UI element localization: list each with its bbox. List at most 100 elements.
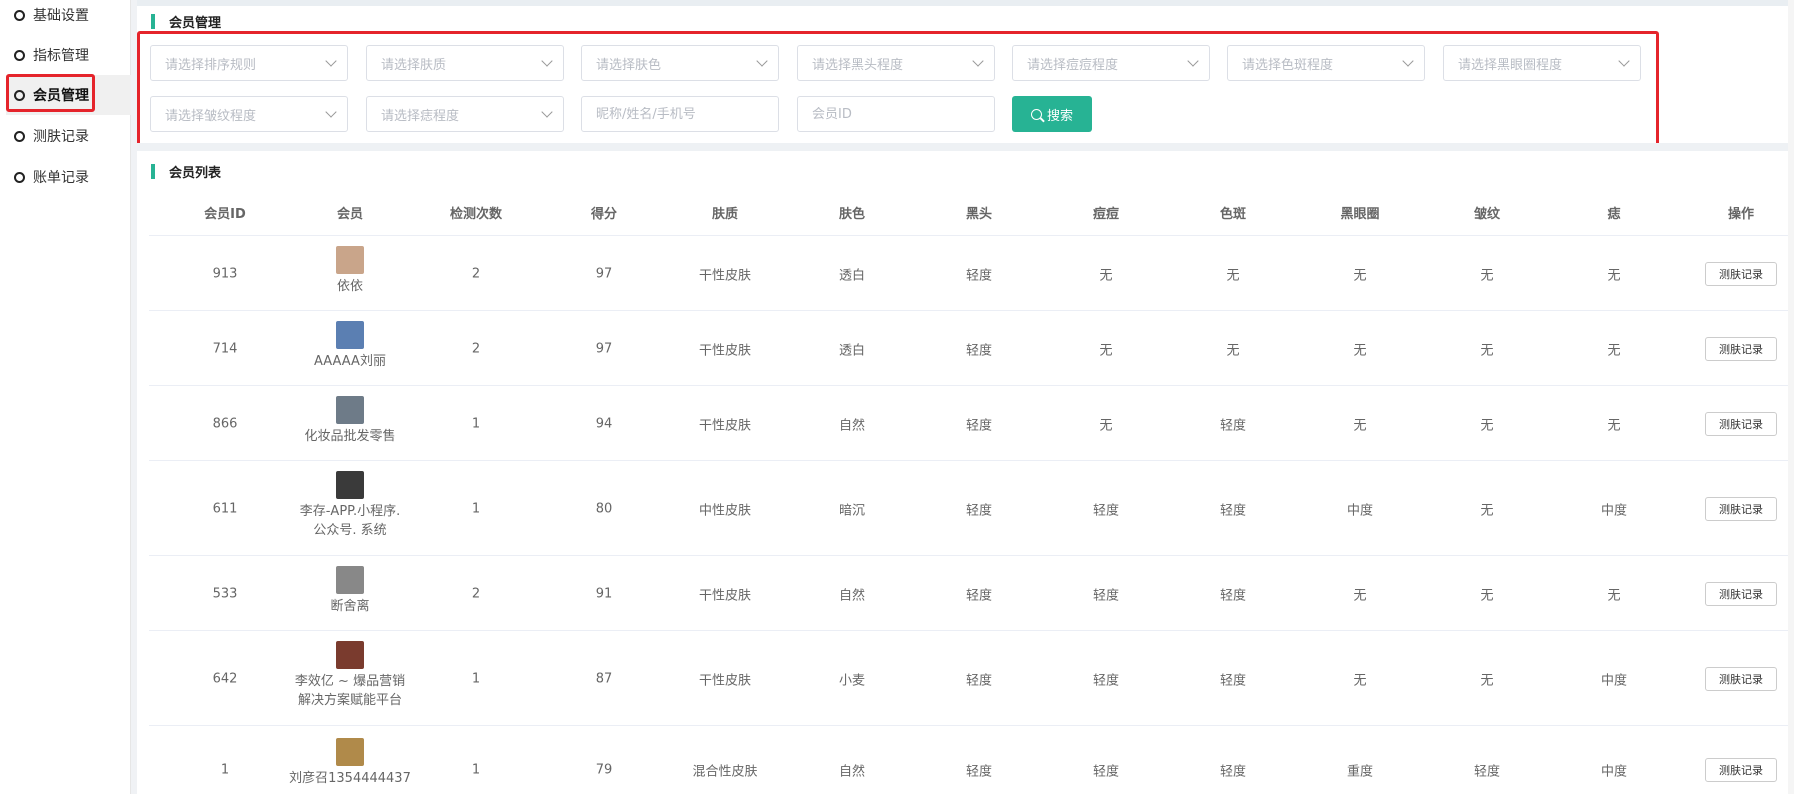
skin-test-records-button[interactable]: 测肤记录 (1705, 411, 1777, 436)
skin-type-select[interactable]: 请选择肤质 (366, 45, 564, 81)
skin-color-cell: 透白 (838, 268, 866, 283)
spot-cell: 轻度 (1219, 418, 1247, 433)
column-header: 会员 (336, 207, 364, 222)
skin-color-select[interactable]: 请选择肤色 (581, 45, 779, 81)
name-phone-field[interactable] (581, 96, 779, 132)
dark-circle-select[interactable]: 请选择黑眼圈程度 (1443, 45, 1641, 81)
dark-circle-cell: 无 (1353, 418, 1367, 433)
select-placeholder: 请选择痘痘程度 (1027, 57, 1119, 73)
wrinkle-select[interactable]: 请选择皱纹程度 (150, 96, 348, 132)
acne-select[interactable]: 请选择痘痘程度 (1012, 45, 1210, 81)
table-row: 714 AAAAA刘丽 2 97 干性皮肤 透白 轻度 无 无 无 无 无 测肤记录 (149, 311, 1794, 386)
blackhead-select[interactable]: 请选择黑头程度 (797, 45, 995, 81)
column-header: 检测次数 (449, 207, 503, 222)
column-header: 得分 (590, 207, 618, 222)
member-name: 刘彦召1354444437 (289, 771, 411, 786)
blackhead-cell: 轻度 (965, 268, 993, 283)
test-count-cell: 2 (471, 266, 481, 281)
skin-test-records-button[interactable]: 测肤记录 (1705, 496, 1777, 521)
dark-circle-cell: 无 (1353, 343, 1367, 358)
wrinkle-cell: 无 (1480, 343, 1494, 358)
dark-circle-cell: 无 (1353, 673, 1367, 688)
search-button[interactable]: 搜索 (1012, 96, 1092, 132)
score-cell: 97 (595, 266, 613, 281)
sort-rule-select[interactable]: 请选择排序规则 (150, 45, 348, 81)
chevron-down-icon (541, 106, 553, 118)
blackhead-cell: 轻度 (965, 588, 993, 603)
chevron-down-icon (1187, 55, 1199, 67)
dark-circle-cell: 无 (1353, 588, 1367, 603)
blackhead-cell: 轻度 (965, 418, 993, 433)
avatar[interactable] (336, 566, 364, 594)
chevron-down-icon (541, 55, 553, 67)
avatar[interactable] (336, 641, 364, 669)
member-id-cell: 913 (212, 266, 238, 281)
scrollbar-track[interactable] (1788, 0, 1794, 794)
spot-select[interactable]: 请选择色斑程度 (1227, 45, 1425, 81)
mole-cell: 中度 (1600, 503, 1628, 518)
sidebar-item-member-management[interactable]: 会员管理 (6, 75, 131, 115)
sidebar-item-skin-test-records[interactable]: 测肤记录 (6, 116, 131, 156)
skin-color-cell: 透白 (838, 343, 866, 358)
spot-cell: 轻度 (1219, 673, 1247, 688)
sidebar-item-label: 账单记录 (33, 170, 89, 186)
chevron-down-icon (756, 55, 768, 67)
avatar[interactable] (336, 471, 364, 499)
select-placeholder: 请选择痣程度 (381, 108, 460, 124)
name-phone-input[interactable] (596, 106, 764, 122)
wrinkle-cell: 轻度 (1473, 764, 1501, 779)
score-cell: 94 (595, 416, 613, 431)
sidebar-item-basic-settings[interactable]: 基础设置 (6, 0, 131, 35)
skin-color-cell: 自然 (838, 764, 866, 779)
skin-color-cell: 小麦 (838, 673, 866, 688)
wrinkle-cell: 无 (1480, 503, 1494, 518)
member-name: AAAAA刘丽 (314, 354, 386, 369)
column-header: 黑头 (965, 207, 993, 222)
skin-test-records-button[interactable]: 测肤记录 (1705, 666, 1777, 691)
skin-type-cell: 干性皮肤 (698, 343, 752, 358)
title-accent-bar (151, 13, 155, 29)
circle-icon (14, 49, 25, 61)
test-count-cell: 1 (471, 416, 481, 431)
skin-type-cell: 干性皮肤 (698, 588, 752, 603)
column-header: 肤质 (711, 207, 739, 222)
title-accent-bar (151, 163, 155, 179)
skin-test-records-button[interactable]: 测肤记录 (1705, 757, 1777, 782)
member-cell: 刘彦召1354444437 (280, 738, 420, 788)
select-placeholder: 请选择黑头程度 (812, 57, 904, 73)
select-placeholder: 请选择黑眼圈程度 (1458, 57, 1563, 73)
member-id-cell: 642 (212, 671, 238, 686)
test-count-cell: 1 (471, 501, 481, 516)
dark-circle-cell: 中度 (1346, 503, 1374, 518)
sidebar-item-indicator-management[interactable]: 指标管理 (6, 35, 131, 75)
column-header: 操作 (1727, 207, 1755, 222)
chevron-down-icon (325, 55, 337, 67)
mole-cell: 无 (1607, 268, 1621, 283)
skin-test-records-button[interactable]: 测肤记录 (1705, 261, 1777, 286)
chevron-down-icon (972, 55, 984, 67)
member-id-input[interactable] (812, 106, 980, 122)
skin-type-cell: 混合性皮肤 (692, 764, 758, 779)
spot-cell: 轻度 (1219, 764, 1247, 779)
mole-select[interactable]: 请选择痣程度 (366, 96, 564, 132)
avatar[interactable] (336, 738, 364, 766)
acne-cell: 轻度 (1092, 673, 1120, 688)
sidebar-item-billing-records[interactable]: 账单记录 (6, 157, 131, 197)
skin-test-records-button[interactable]: 测肤记录 (1705, 581, 1777, 606)
avatar[interactable] (336, 246, 364, 274)
acne-cell: 轻度 (1092, 764, 1120, 779)
member-id-cell: 1 (220, 762, 230, 777)
blackhead-cell: 轻度 (965, 673, 993, 688)
skin-test-records-button[interactable]: 测肤记录 (1705, 336, 1777, 361)
mole-cell: 中度 (1600, 673, 1628, 688)
table-row: 611 李存-APP.小程序. 公众号. 系统 1 80 中性皮肤 暗沉 轻度 轻度 轻度 中度 无… (149, 461, 1794, 556)
avatar[interactable] (336, 396, 364, 424)
acne-cell: 轻度 (1092, 503, 1120, 518)
member-id-field[interactable] (797, 96, 995, 132)
spot-cell: 轻度 (1219, 588, 1247, 603)
column-header: 色斑 (1219, 207, 1247, 222)
avatar[interactable] (336, 321, 364, 349)
top-strip (137, 0, 1794, 6)
search-button-label: 搜索 (1046, 108, 1073, 124)
member-id-cell: 714 (212, 341, 238, 356)
